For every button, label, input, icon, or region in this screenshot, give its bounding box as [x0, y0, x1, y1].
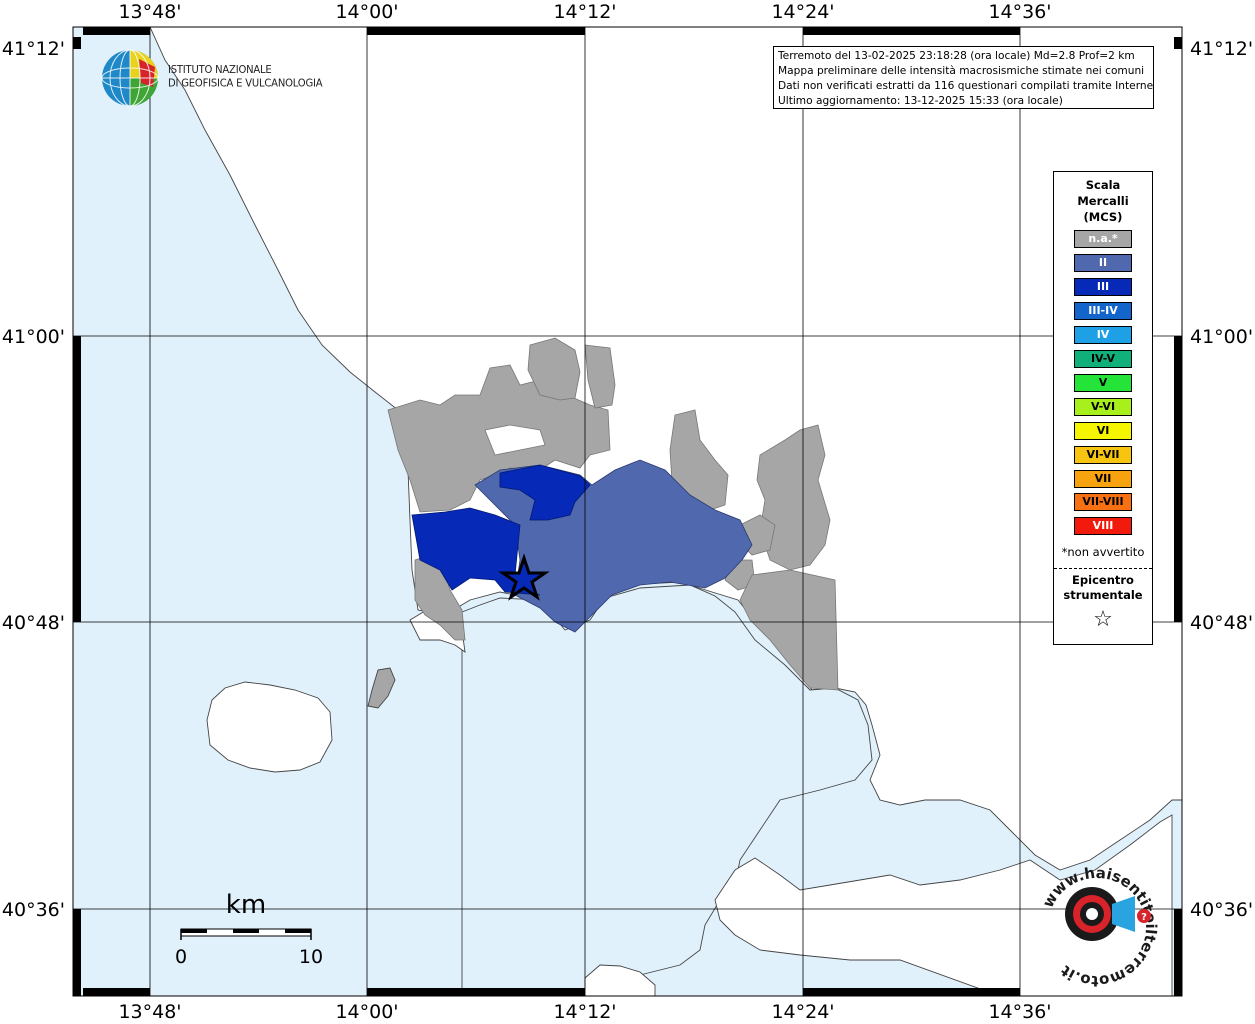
- legend-swatch-vii: VII: [1074, 469, 1132, 488]
- legend-swatch-vvi: V-VI: [1074, 397, 1132, 416]
- lat-label-right-4: 40°36': [1190, 899, 1253, 921]
- svg-text:?: ?: [1141, 912, 1147, 923]
- ingv-logo: ISTITUTO NAZIONALE DI GEOFISICA E VULCAN…: [101, 47, 341, 111]
- hsit-logo: www.haisentitoilterremoto.it ?: [1039, 864, 1160, 990]
- legend-swatch-vi: VI: [1074, 421, 1132, 440]
- legend-swatch-ii: II: [1074, 253, 1132, 272]
- lon-label-bottom-2: 14°00': [335, 1001, 398, 1023]
- lon-label-bottom-1: 13°48': [118, 1001, 181, 1023]
- legend-title-line-3: (MCS): [1083, 210, 1123, 224]
- lat-label-left-3: 40°48': [2, 612, 65, 634]
- legend-swatch-iii: III: [1074, 277, 1132, 296]
- lon-label-top-5: 14°36': [988, 1, 1051, 23]
- lon-label-top-4: 14°24': [771, 1, 834, 23]
- legend-title-line-2: Mercalli: [1077, 194, 1129, 208]
- lon-label-bottom-3: 14°12': [553, 1001, 616, 1023]
- lon-label-bottom-5: 14°36': [988, 1001, 1051, 1023]
- legend-title: Scala Mercalli (MCS): [1054, 177, 1152, 225]
- event-info-line-1: Terremoto del 13-02-2025 23:18:28 (ora l…: [778, 50, 1135, 62]
- lon-label-top-3: 14°12': [553, 1, 616, 23]
- event-info-line-3: Dati non verificati estratti da 116 ques…: [778, 80, 1154, 92]
- lat-label-right-2: 41°00': [1190, 326, 1253, 348]
- lat-label-left-1: 41°12': [2, 38, 65, 60]
- scale-bar-unit: km: [226, 890, 266, 920]
- lat-label-right-1: 41°12': [1190, 38, 1253, 60]
- lon-label-top-1: 13°48': [118, 1, 181, 23]
- legend-swatch-ivv: IV-V: [1074, 349, 1132, 368]
- legend-swatch-viii: VIII: [1074, 517, 1132, 536]
- lat-label-left-4: 40°36': [2, 899, 65, 921]
- event-info-line-4: Ultimo aggiornamento: 13-12-2025 15:33 (…: [778, 95, 1063, 107]
- legend-swatch-iv: IV: [1074, 325, 1132, 344]
- event-info-line-2: Mappa preliminare delle intensità macros…: [778, 65, 1145, 77]
- legend-epicenter-line-1: Epicentro: [1072, 573, 1134, 587]
- legend-swatch-viiviii: VII-VIII: [1074, 493, 1132, 512]
- event-info-box: Terremoto del 13-02-2025 23:18:28 (ora l…: [773, 46, 1154, 109]
- legend-swatch-iiiiv: III-IV: [1074, 301, 1132, 320]
- ingv-globe-icon: [101, 49, 159, 107]
- lat-label-right-3: 40°48': [1190, 612, 1253, 634]
- legend-note: *non avvertito: [1061, 545, 1145, 559]
- legend-swatch-v: V: [1074, 373, 1132, 392]
- logo-line-2: DI GEOFISICA E VULCANOLOGIA: [168, 78, 323, 90]
- legend-epicenter-line-2: strumentale: [1063, 588, 1143, 602]
- lon-label-bottom-4: 14°24': [771, 1001, 834, 1023]
- legend-star-icon: ☆: [1093, 607, 1113, 632]
- legend-swatch-na: n.a.*: [1074, 230, 1132, 248]
- legend-swatch-vivii: VI-VII: [1074, 445, 1132, 464]
- lat-label-left-2: 41°00': [2, 326, 65, 348]
- scale-bar-end: 10: [299, 946, 323, 968]
- legend-epicenter-label: Epicentro strumentale: [1054, 573, 1152, 603]
- lon-label-top-2: 14°00': [335, 1, 398, 23]
- scale-bar-start: 0: [175, 946, 187, 968]
- logo-line-1: ISTITUTO NAZIONALE: [168, 64, 272, 76]
- legend-title-line-1: Scala: [1085, 178, 1121, 192]
- mcs-legend: Scala Mercalli (MCS) n.a.* II III III-IV IV I…: [1053, 171, 1153, 645]
- legend-separator: [1054, 568, 1152, 569]
